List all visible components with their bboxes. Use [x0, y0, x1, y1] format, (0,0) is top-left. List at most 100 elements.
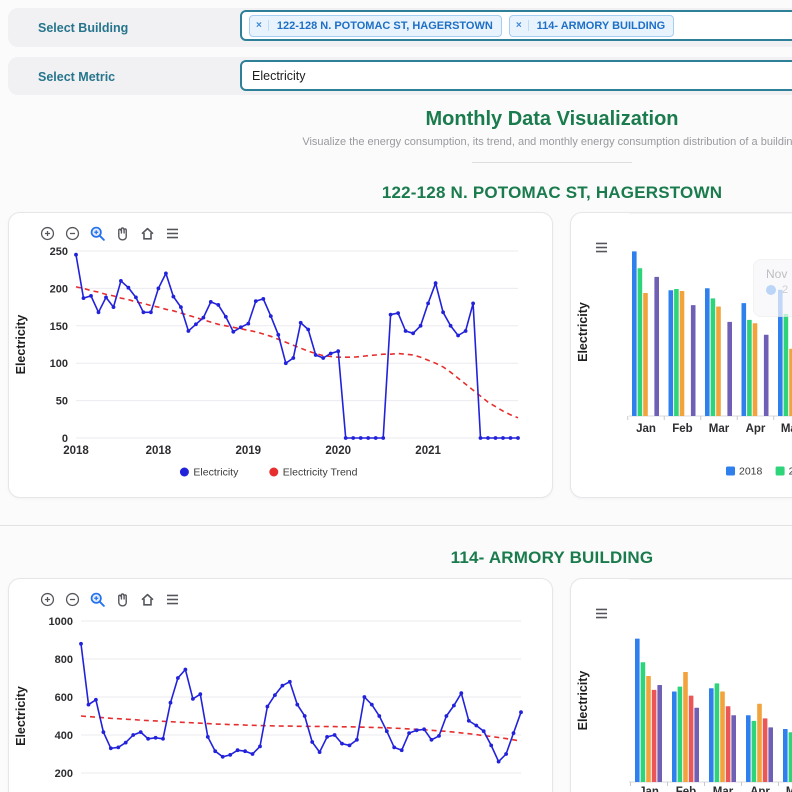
- bar-2018[interactable]: [632, 251, 637, 416]
- data-point: [179, 305, 183, 309]
- data-point: [202, 316, 206, 320]
- legend-marker[interactable]: [269, 468, 278, 477]
- data-point: [74, 253, 78, 257]
- bar-2022[interactable]: [694, 708, 699, 782]
- data-point: [261, 297, 265, 301]
- bar-2019[interactable]: [789, 732, 792, 782]
- data-point: [467, 719, 471, 723]
- bar-2022[interactable]: [654, 277, 659, 416]
- y-tick-label: 400: [55, 730, 73, 742]
- building-multiselect[interactable]: × 122-128 N. POTOMAC ST, HAGERSTOWN × 11…: [240, 10, 792, 41]
- data-point: [228, 753, 232, 757]
- bar-2021[interactable]: [726, 706, 731, 782]
- bar-2019[interactable]: [674, 289, 679, 416]
- bar-2019[interactable]: [678, 687, 683, 782]
- bar-2019[interactable]: [641, 662, 646, 782]
- legend-marker[interactable]: [726, 467, 735, 476]
- data-point: [400, 748, 404, 752]
- data-point: [97, 310, 101, 314]
- bar-2018[interactable]: [746, 715, 751, 782]
- bar-2019[interactable]: [711, 298, 716, 416]
- x-tick-label: Mar: [713, 786, 734, 792]
- bar-2021[interactable]: [652, 690, 657, 782]
- data-point: [422, 727, 426, 731]
- bar-2019[interactable]: [715, 683, 720, 782]
- data-point: [187, 329, 191, 333]
- bar-2020[interactable]: [683, 672, 688, 782]
- y-axis-label: Electricity: [14, 686, 28, 746]
- data-point: [239, 325, 243, 329]
- bar-2021[interactable]: [763, 718, 768, 782]
- bar-2018[interactable]: [783, 729, 788, 782]
- data-point: [251, 752, 255, 756]
- bar-2022[interactable]: [657, 685, 662, 782]
- bar-chart[interactable]: 050100150200250ElectricityJanFebMarAprMa…: [571, 213, 792, 499]
- data-point: [94, 698, 98, 702]
- data-point: [82, 296, 86, 300]
- data-point: [363, 695, 367, 699]
- bar-2019[interactable]: [784, 314, 789, 416]
- bar-2018[interactable]: [669, 290, 674, 416]
- data-point: [194, 322, 198, 326]
- data-point: [489, 744, 493, 748]
- bar-2021[interactable]: [689, 696, 694, 782]
- bar-2020[interactable]: [757, 704, 762, 782]
- bar-2022[interactable]: [691, 305, 696, 416]
- bar-2022[interactable]: [731, 715, 736, 782]
- bar-2018[interactable]: [709, 688, 714, 782]
- bar-2018[interactable]: [672, 692, 677, 783]
- metric-select[interactable]: Electricity: [240, 60, 792, 91]
- metric-value: Electricity: [242, 69, 305, 83]
- bar-2019[interactable]: [747, 320, 752, 416]
- bar-2022[interactable]: [764, 335, 769, 416]
- data-point: [291, 356, 295, 360]
- data-point: [501, 436, 505, 440]
- data-point: [333, 733, 337, 737]
- bar-2018[interactable]: [635, 639, 640, 782]
- data-point: [254, 299, 258, 303]
- bar-2022[interactable]: [727, 322, 732, 416]
- bar-2020[interactable]: [720, 692, 725, 783]
- y-tick-label: 200: [50, 283, 68, 295]
- data-point: [396, 311, 400, 315]
- bar-chart[interactable]: 02004006008001000ElectricityJanFebMarApr…: [571, 579, 792, 792]
- line-chart[interactable]: 050100150200250Electricity20182018201920…: [9, 213, 554, 499]
- bar-2022[interactable]: [768, 727, 773, 782]
- legend-label[interactable]: Electricity Trend: [283, 467, 358, 479]
- bar-2020[interactable]: [716, 307, 721, 417]
- legend-marker[interactable]: [180, 468, 189, 477]
- bar-2020[interactable]: [680, 291, 685, 416]
- data-point: [246, 322, 250, 326]
- remove-tag-icon[interactable]: ×: [250, 20, 269, 31]
- x-tick-label: Apr: [746, 423, 766, 435]
- data-point: [146, 737, 150, 741]
- data-point: [437, 734, 441, 738]
- data-point: [231, 330, 235, 334]
- bar-2020[interactable]: [643, 293, 648, 416]
- legend-marker[interactable]: [776, 467, 785, 476]
- bar-2019[interactable]: [752, 721, 757, 782]
- y-tick-label: 50: [56, 396, 68, 408]
- bar-2020[interactable]: [753, 323, 758, 416]
- data-point: [486, 436, 490, 440]
- data-point: [191, 697, 195, 701]
- data-point: [419, 324, 423, 328]
- bar-2020[interactable]: [646, 676, 651, 782]
- data-point: [131, 733, 135, 737]
- data-point: [415, 728, 419, 732]
- bar-2018[interactable]: [742, 303, 747, 416]
- data-point: [236, 748, 240, 752]
- legend-label[interactable]: 2018: [739, 466, 763, 478]
- bar-2018[interactable]: [705, 288, 710, 416]
- data-point: [112, 305, 116, 309]
- bar-2019[interactable]: [638, 268, 643, 416]
- legend-label[interactable]: 2019: [789, 466, 792, 478]
- x-tick-label: 2020: [325, 445, 351, 457]
- line-chart[interactable]: 2004006008001000Electricity: [9, 579, 554, 792]
- data-point: [243, 749, 247, 753]
- remove-tag-icon[interactable]: ×: [510, 20, 529, 31]
- x-tick-label: 2018: [146, 445, 172, 457]
- legend-label[interactable]: Electricity: [193, 467, 239, 479]
- y-tick-label: 200: [55, 768, 73, 780]
- data-point: [482, 729, 486, 733]
